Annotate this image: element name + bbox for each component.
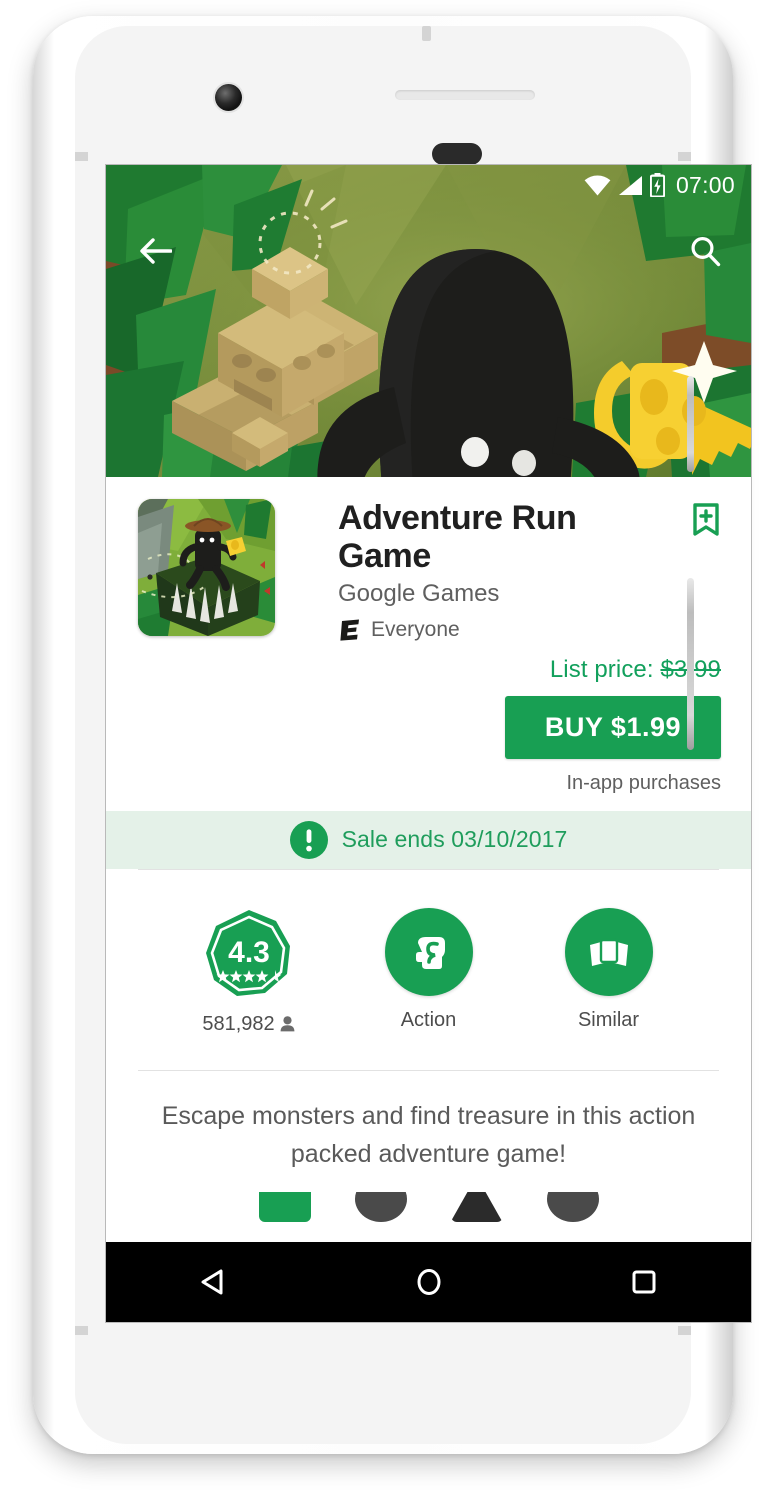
antenna-line-left-lower [75, 1326, 88, 1335]
similar-caption: Similar [578, 1009, 639, 1032]
cellular-signal-icon [618, 175, 642, 195]
back-arrow-icon[interactable] [138, 236, 172, 266]
camera-icon [215, 84, 242, 111]
nav-home-circle-icon [417, 1269, 440, 1295]
rating-octagon-badge-icon: 4.3 [205, 909, 290, 996]
list-price-label: List price: [549, 655, 654, 683]
person-icon [280, 1016, 295, 1032]
wifi-icon [584, 174, 611, 195]
nav-back-button[interactable] [169, 1242, 259, 1322]
screenshot-thumb[interactable] [450, 1192, 503, 1223]
nav-home-button[interactable] [384, 1242, 474, 1322]
screenshot-thumb[interactable] [258, 1192, 311, 1223]
antenna-line-right-lower [678, 1326, 691, 1335]
proximity-sensor-icon [432, 143, 482, 165]
android-navigation-bar [106, 1242, 751, 1322]
hero-artwork [106, 165, 751, 477]
in-app-purchases-note: In-app purchases [566, 771, 721, 794]
phone-screen: 07:00 Adventure Run Game Google Games Ev… [106, 165, 751, 1322]
content-rating-row: Everyone [338, 618, 721, 642]
sale-banner-text: Sale ends 03/10/2017 [341, 826, 568, 853]
rating-count-value: 581,982 [202, 1012, 275, 1035]
nav-recents-button[interactable] [599, 1242, 689, 1322]
app-hero-banner: 07:00 [106, 165, 751, 477]
similar-label: Similar [577, 1008, 640, 1031]
antenna-line-top [422, 26, 431, 41]
list-price: List price: $3.99 [138, 656, 721, 684]
phone-device: 07:00 Adventure Run Game Google Games Ev… [33, 16, 751, 1454]
app-info-card: Adventure Run Game Google Games Everyone [106, 477, 751, 811]
category-icon-circle [384, 907, 473, 996]
stat-rating[interactable]: 4.3 581,982 [187, 908, 311, 1036]
battery-charging-icon [649, 173, 665, 197]
description-section: Escape monsters and find treasure in thi… [106, 1070, 751, 1223]
antenna-line-left-upper [75, 152, 88, 161]
app-developer[interactable]: Google Games [338, 580, 721, 607]
app-icon-artwork [138, 499, 275, 636]
rating-count-caption: 581,982 [202, 1012, 295, 1036]
app-info-text-block: Adventure Run Game Google Games Everyone [307, 499, 721, 642]
category-label: Action [400, 1008, 457, 1031]
volume-button[interactable] [687, 578, 694, 750]
speaker-grille-icon [395, 90, 535, 100]
search-icon[interactable] [689, 235, 721, 267]
stat-category[interactable]: Action [367, 907, 491, 1032]
nav-recents-square-icon [632, 1270, 655, 1294]
hero-action-bar [106, 221, 751, 281]
status-bar: 07:00 [106, 165, 751, 205]
rating-value: 4.3 [228, 936, 270, 969]
screenshot-thumb[interactable] [354, 1192, 407, 1223]
screenshot-thumb[interactable] [546, 1192, 599, 1223]
similar-cards-icon [589, 938, 628, 966]
power-button[interactable] [687, 376, 694, 472]
similar-icon-circle [564, 907, 653, 996]
stats-row: 4.3 581,982 Action Similar [138, 870, 719, 1070]
nav-back-triangle-icon [201, 1269, 222, 1295]
stat-similar[interactable]: Similar [547, 907, 671, 1032]
price-block: List price: $3.99 BUY $1.99 In-app purch… [138, 656, 721, 795]
stats-section: 4.3 581,982 Action Similar [106, 868, 751, 1071]
alert-exclamation-icon [289, 820, 328, 859]
phone-front-face: 07:00 Adventure Run Game Google Games Ev… [75, 26, 751, 1444]
sale-banner: Sale ends 03/10/2017 [106, 810, 751, 869]
action-fist-icon [415, 936, 445, 969]
esrb-everyone-badge-icon [340, 619, 359, 641]
app-title: Adventure Run Game [338, 499, 577, 576]
bookmark-add-icon[interactable] [691, 503, 721, 537]
category-caption: Action [401, 1009, 457, 1032]
status-bar-clock: 07:00 [675, 171, 735, 198]
antenna-line-right-upper [678, 152, 691, 161]
app-icon[interactable] [138, 499, 275, 636]
content-rating-label: Everyone [371, 617, 460, 641]
screenshots-peek-row[interactable] [150, 1192, 707, 1223]
app-description: Escape monsters and find treasure in thi… [161, 1101, 696, 1169]
